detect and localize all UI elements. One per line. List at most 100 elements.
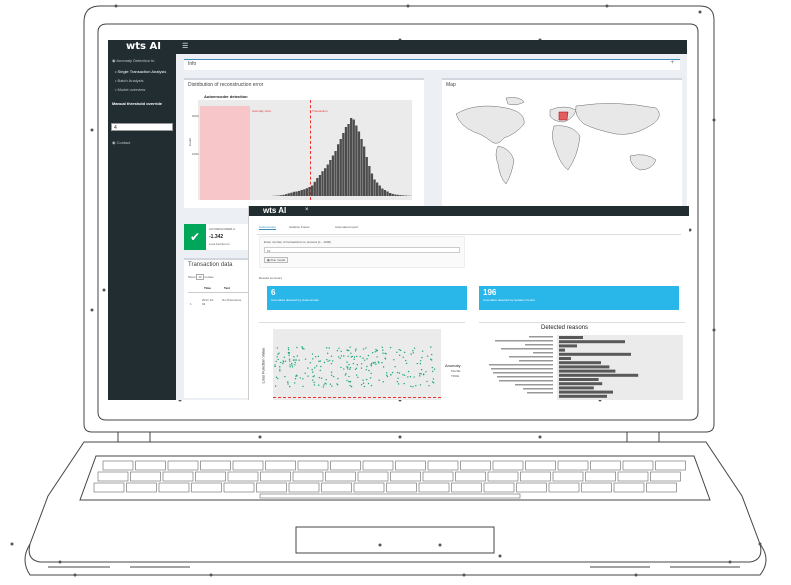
scatter-point bbox=[359, 355, 361, 358]
scatter-point bbox=[295, 359, 298, 361]
histogram-bar bbox=[357, 131, 361, 196]
scatter-point bbox=[331, 360, 334, 362]
sidebar-item-model-overview[interactable]: • Model overview bbox=[115, 87, 145, 92]
tab-autoencoder[interactable]: Autoencoder bbox=[259, 225, 277, 230]
result-line3: Loss function is bbox=[209, 242, 230, 246]
scatter-point bbox=[304, 358, 307, 360]
ytick-2000: 2000 bbox=[192, 114, 199, 118]
world-map[interactable] bbox=[446, 94, 678, 190]
histogram-bar bbox=[290, 192, 293, 196]
scatter-point bbox=[287, 347, 290, 349]
histogram-bar bbox=[344, 127, 348, 196]
reason-bar bbox=[559, 390, 613, 394]
histogram-ylabel: Count bbox=[188, 137, 193, 147]
scatter-point bbox=[311, 353, 314, 355]
scatter-point bbox=[362, 357, 364, 359]
scatter-point bbox=[375, 363, 377, 365]
bullet-icon: • bbox=[115, 87, 117, 92]
scatter-point bbox=[428, 385, 430, 387]
scatter-point bbox=[282, 360, 285, 362]
scatter-point bbox=[386, 375, 389, 378]
info-bar[interactable]: Info + bbox=[184, 59, 680, 70]
detail-brand: wts AI bbox=[263, 206, 287, 215]
close-icon[interactable]: × bbox=[305, 207, 309, 213]
stat-isolation-forest: 196 Anomalies detected by Isolation Fore… bbox=[479, 286, 679, 310]
scatter-point bbox=[402, 374, 404, 376]
sidebar-item-single-transaction[interactable]: • Single Transaction Analysis bbox=[115, 69, 166, 74]
scatter-point bbox=[362, 379, 364, 381]
reason-bar bbox=[559, 340, 625, 344]
transactions-input[interactable]: 10 bbox=[264, 247, 460, 253]
threshold-input[interactable]: 4 bbox=[111, 123, 173, 131]
histogram-bar bbox=[355, 125, 358, 196]
reason-bar bbox=[559, 394, 607, 398]
hamburger-icon[interactable]: ☰ bbox=[182, 42, 188, 50]
sidebar-item-label: Single Transaction Analysis bbox=[117, 69, 167, 74]
entries-select[interactable]: 10 bbox=[196, 274, 204, 280]
run-model-button[interactable]: ▣ Run model bbox=[264, 257, 289, 263]
scatter-point bbox=[348, 380, 350, 383]
reason-bar bbox=[559, 361, 601, 365]
scatter-point bbox=[288, 385, 291, 388]
scatter-point bbox=[287, 352, 290, 354]
scatter-point bbox=[431, 381, 434, 383]
scatter-plot bbox=[273, 329, 441, 400]
scatter-point bbox=[309, 362, 311, 364]
scatter-point bbox=[337, 377, 339, 380]
scatter-point bbox=[294, 364, 296, 366]
result-line1: AUTOENCODER A bbox=[209, 227, 235, 231]
column-time[interactable]: Time bbox=[204, 286, 211, 290]
scatter-point bbox=[344, 374, 347, 376]
scatter-point bbox=[355, 367, 358, 370]
scatter-point bbox=[288, 354, 290, 357]
histogram-bar bbox=[337, 144, 340, 196]
scatter-point bbox=[318, 384, 320, 386]
sidebar-item-contact[interactable]: ◉ Contact bbox=[112, 140, 130, 145]
histogram-bar bbox=[352, 119, 355, 196]
column-text[interactable]: Text bbox=[224, 286, 230, 290]
reason-bar bbox=[559, 344, 577, 348]
scatter-point bbox=[370, 372, 372, 375]
scatter-point bbox=[412, 386, 414, 388]
scatter-point bbox=[283, 356, 286, 358]
scatter-point bbox=[279, 368, 281, 371]
stat-autoencoder-value: 6 bbox=[271, 288, 276, 297]
sidebar-item-anomaly-detection[interactable]: ◉ Anomaly Detection fo bbox=[112, 58, 154, 63]
scatter-point bbox=[430, 346, 432, 348]
scatter-point bbox=[369, 377, 372, 379]
scatter-point bbox=[343, 355, 345, 357]
scatter-point bbox=[386, 374, 388, 376]
histogram-bar bbox=[313, 181, 316, 196]
scatter-point bbox=[398, 354, 401, 357]
bullet-icon: • bbox=[115, 69, 117, 74]
scatter-point bbox=[366, 358, 368, 360]
scatter-point bbox=[340, 350, 342, 353]
scatter-point bbox=[382, 381, 384, 383]
result-score: -1.342 bbox=[209, 234, 224, 240]
scatter-point bbox=[370, 365, 373, 367]
expand-icon[interactable]: + bbox=[670, 60, 674, 66]
scatter-point bbox=[280, 361, 282, 364]
scatter-point bbox=[412, 352, 414, 354]
tab-isolation-forest[interactable]: Isolation Forest bbox=[289, 225, 310, 229]
sidebar-item-batch-analysis[interactable]: • Batch Analysis bbox=[115, 78, 144, 83]
scatter-point bbox=[274, 365, 276, 368]
scatter-point bbox=[312, 375, 314, 378]
scatter-point bbox=[403, 374, 406, 377]
scatter-point bbox=[291, 366, 294, 368]
scatter-point bbox=[276, 347, 279, 349]
scatter-point bbox=[277, 353, 279, 356]
run-model-label: Run model bbox=[270, 258, 286, 262]
scatter-point bbox=[382, 352, 384, 354]
scatter-point bbox=[336, 383, 338, 385]
scatter-point bbox=[349, 366, 352, 369]
histogram-bar bbox=[326, 164, 329, 196]
scatter-point bbox=[419, 372, 421, 375]
scatter-point bbox=[432, 378, 435, 380]
scatter-point bbox=[314, 356, 317, 358]
sidebar: ◉ Anomaly Detection fo • Single Transact… bbox=[108, 54, 176, 400]
histogram-bar bbox=[308, 187, 311, 196]
tab-automated-report[interactable]: Automated report bbox=[335, 225, 358, 229]
histogram-bar bbox=[386, 191, 389, 196]
app-header: wts AI ☰ bbox=[108, 40, 687, 54]
